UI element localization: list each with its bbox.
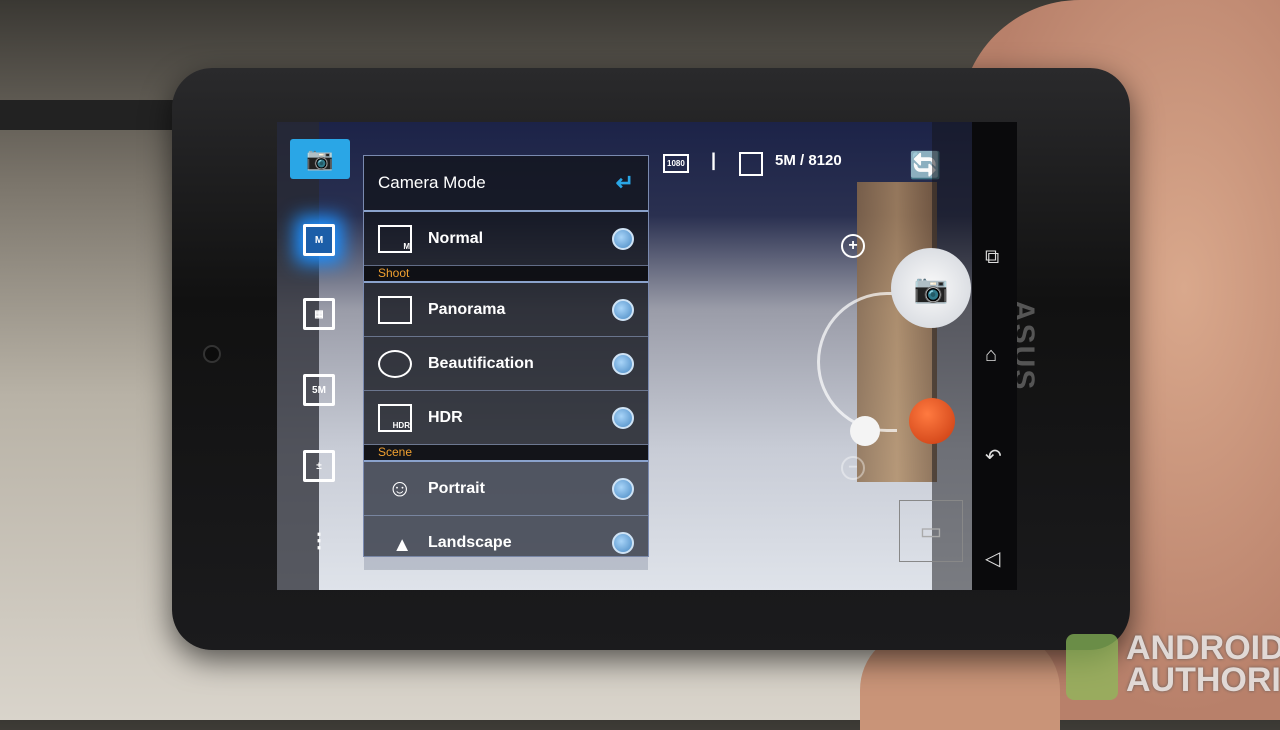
- left-toolbar: [277, 122, 319, 590]
- section-header-scene: Scene: [364, 445, 648, 462]
- portrait-icon: ☺: [387, 474, 412, 502]
- home-icon[interactable]: ⌂: [985, 344, 997, 367]
- radio-button[interactable]: [612, 352, 634, 375]
- zoom-in-icon[interactable]: +: [841, 234, 865, 258]
- radio-button[interactable]: [612, 298, 634, 321]
- white-balance-icon[interactable]: ▦: [303, 298, 335, 330]
- gallery-icon: ▭: [919, 517, 943, 545]
- mode-item-panorama[interactable]: Panorama: [364, 283, 648, 337]
- camera-settings-icon: 📷: [306, 146, 334, 171]
- back-arrow-icon[interactable]: ↵: [616, 170, 634, 196]
- radio-button[interactable]: [612, 532, 634, 554]
- mode-item-portrait[interactable]: ☺ Portrait: [364, 462, 648, 516]
- front-camera: [203, 345, 221, 363]
- resolution-icon[interactable]: 5M: [303, 374, 335, 406]
- mode-item-landscape[interactable]: ▲ Landscape: [364, 516, 648, 570]
- resolution-remaining: 5M / 8120: [775, 152, 842, 169]
- record-button[interactable]: [909, 398, 955, 444]
- camera-mode-panel: Camera Mode ↵ M Normal Shoot Panorama Bea…: [363, 155, 649, 570]
- zoom-out-icon[interactable]: −: [841, 456, 865, 480]
- divider: |: [711, 150, 717, 170]
- gallery-thumbnail[interactable]: ▭: [899, 500, 963, 562]
- storage-icon: [739, 152, 763, 176]
- android-authority-logo: [1066, 634, 1118, 700]
- exposure-icon[interactable]: ±: [303, 450, 335, 482]
- shutter-button[interactable]: 📷: [891, 248, 971, 328]
- panel-title: Camera Mode: [378, 173, 486, 192]
- mode-item-beautification[interactable]: Beautification: [364, 337, 648, 391]
- camera-screen: 📷 M ▦ 5M ± ⋮ Camera Mode ↵ M Normal Shoot…: [277, 122, 1017, 590]
- normal-mode-icon: M: [378, 224, 412, 253]
- radio-button[interactable]: [612, 477, 634, 500]
- camera-mode-button[interactable]: 📷: [290, 139, 350, 179]
- hdr-icon: HDR: [378, 403, 412, 432]
- section-header-shoot: Shoot: [364, 266, 648, 283]
- copy-icon[interactable]: ⧉: [985, 246, 999, 269]
- zoom-slider-track[interactable]: [817, 292, 897, 432]
- panel-header: Camera Mode ↵: [364, 156, 648, 212]
- mode-item-normal[interactable]: M Normal: [364, 212, 648, 266]
- video-resolution-icon: 1080: [663, 154, 689, 173]
- camera-icon: 📷: [913, 272, 949, 304]
- mode-item-hdr[interactable]: HDR HDR: [364, 391, 648, 445]
- back-triangle-icon[interactable]: ◁: [985, 546, 1000, 571]
- radio-button[interactable]: [612, 406, 634, 429]
- back-icon[interactable]: ↶: [985, 444, 1002, 469]
- zoom-slider-handle[interactable]: [850, 416, 880, 446]
- landscape-icon: ▲: [392, 534, 412, 556]
- normal-mode-icon[interactable]: M: [303, 224, 335, 256]
- watermark: ANDROID AUTHORITY: [1126, 629, 1280, 699]
- beautification-icon: [378, 349, 412, 378]
- more-icon[interactable]: ⋮: [309, 522, 329, 558]
- panorama-icon: [378, 295, 412, 324]
- radio-button[interactable]: [612, 227, 634, 250]
